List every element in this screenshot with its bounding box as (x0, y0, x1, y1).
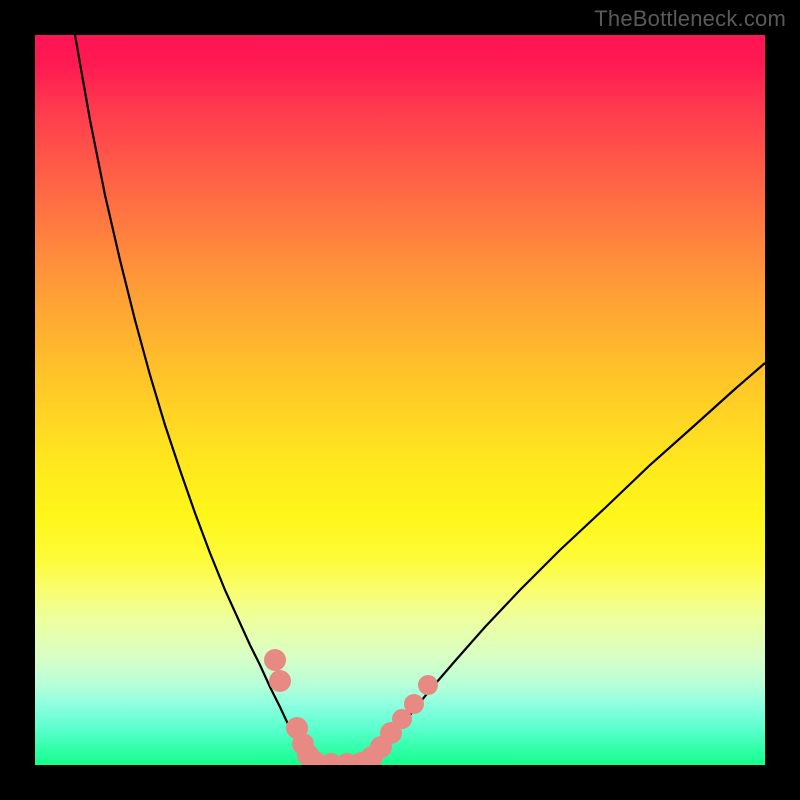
data-marker (269, 670, 291, 692)
watermark-text: TheBottleneck.com (594, 6, 786, 32)
data-marker (418, 675, 438, 695)
chart-frame: TheBottleneck.com (0, 0, 800, 800)
curve-layer (35, 35, 765, 765)
data-marker (264, 649, 286, 671)
right-curve-path (367, 363, 765, 763)
plot-area (35, 35, 765, 765)
data-marker (404, 694, 424, 714)
data-markers (264, 649, 438, 765)
